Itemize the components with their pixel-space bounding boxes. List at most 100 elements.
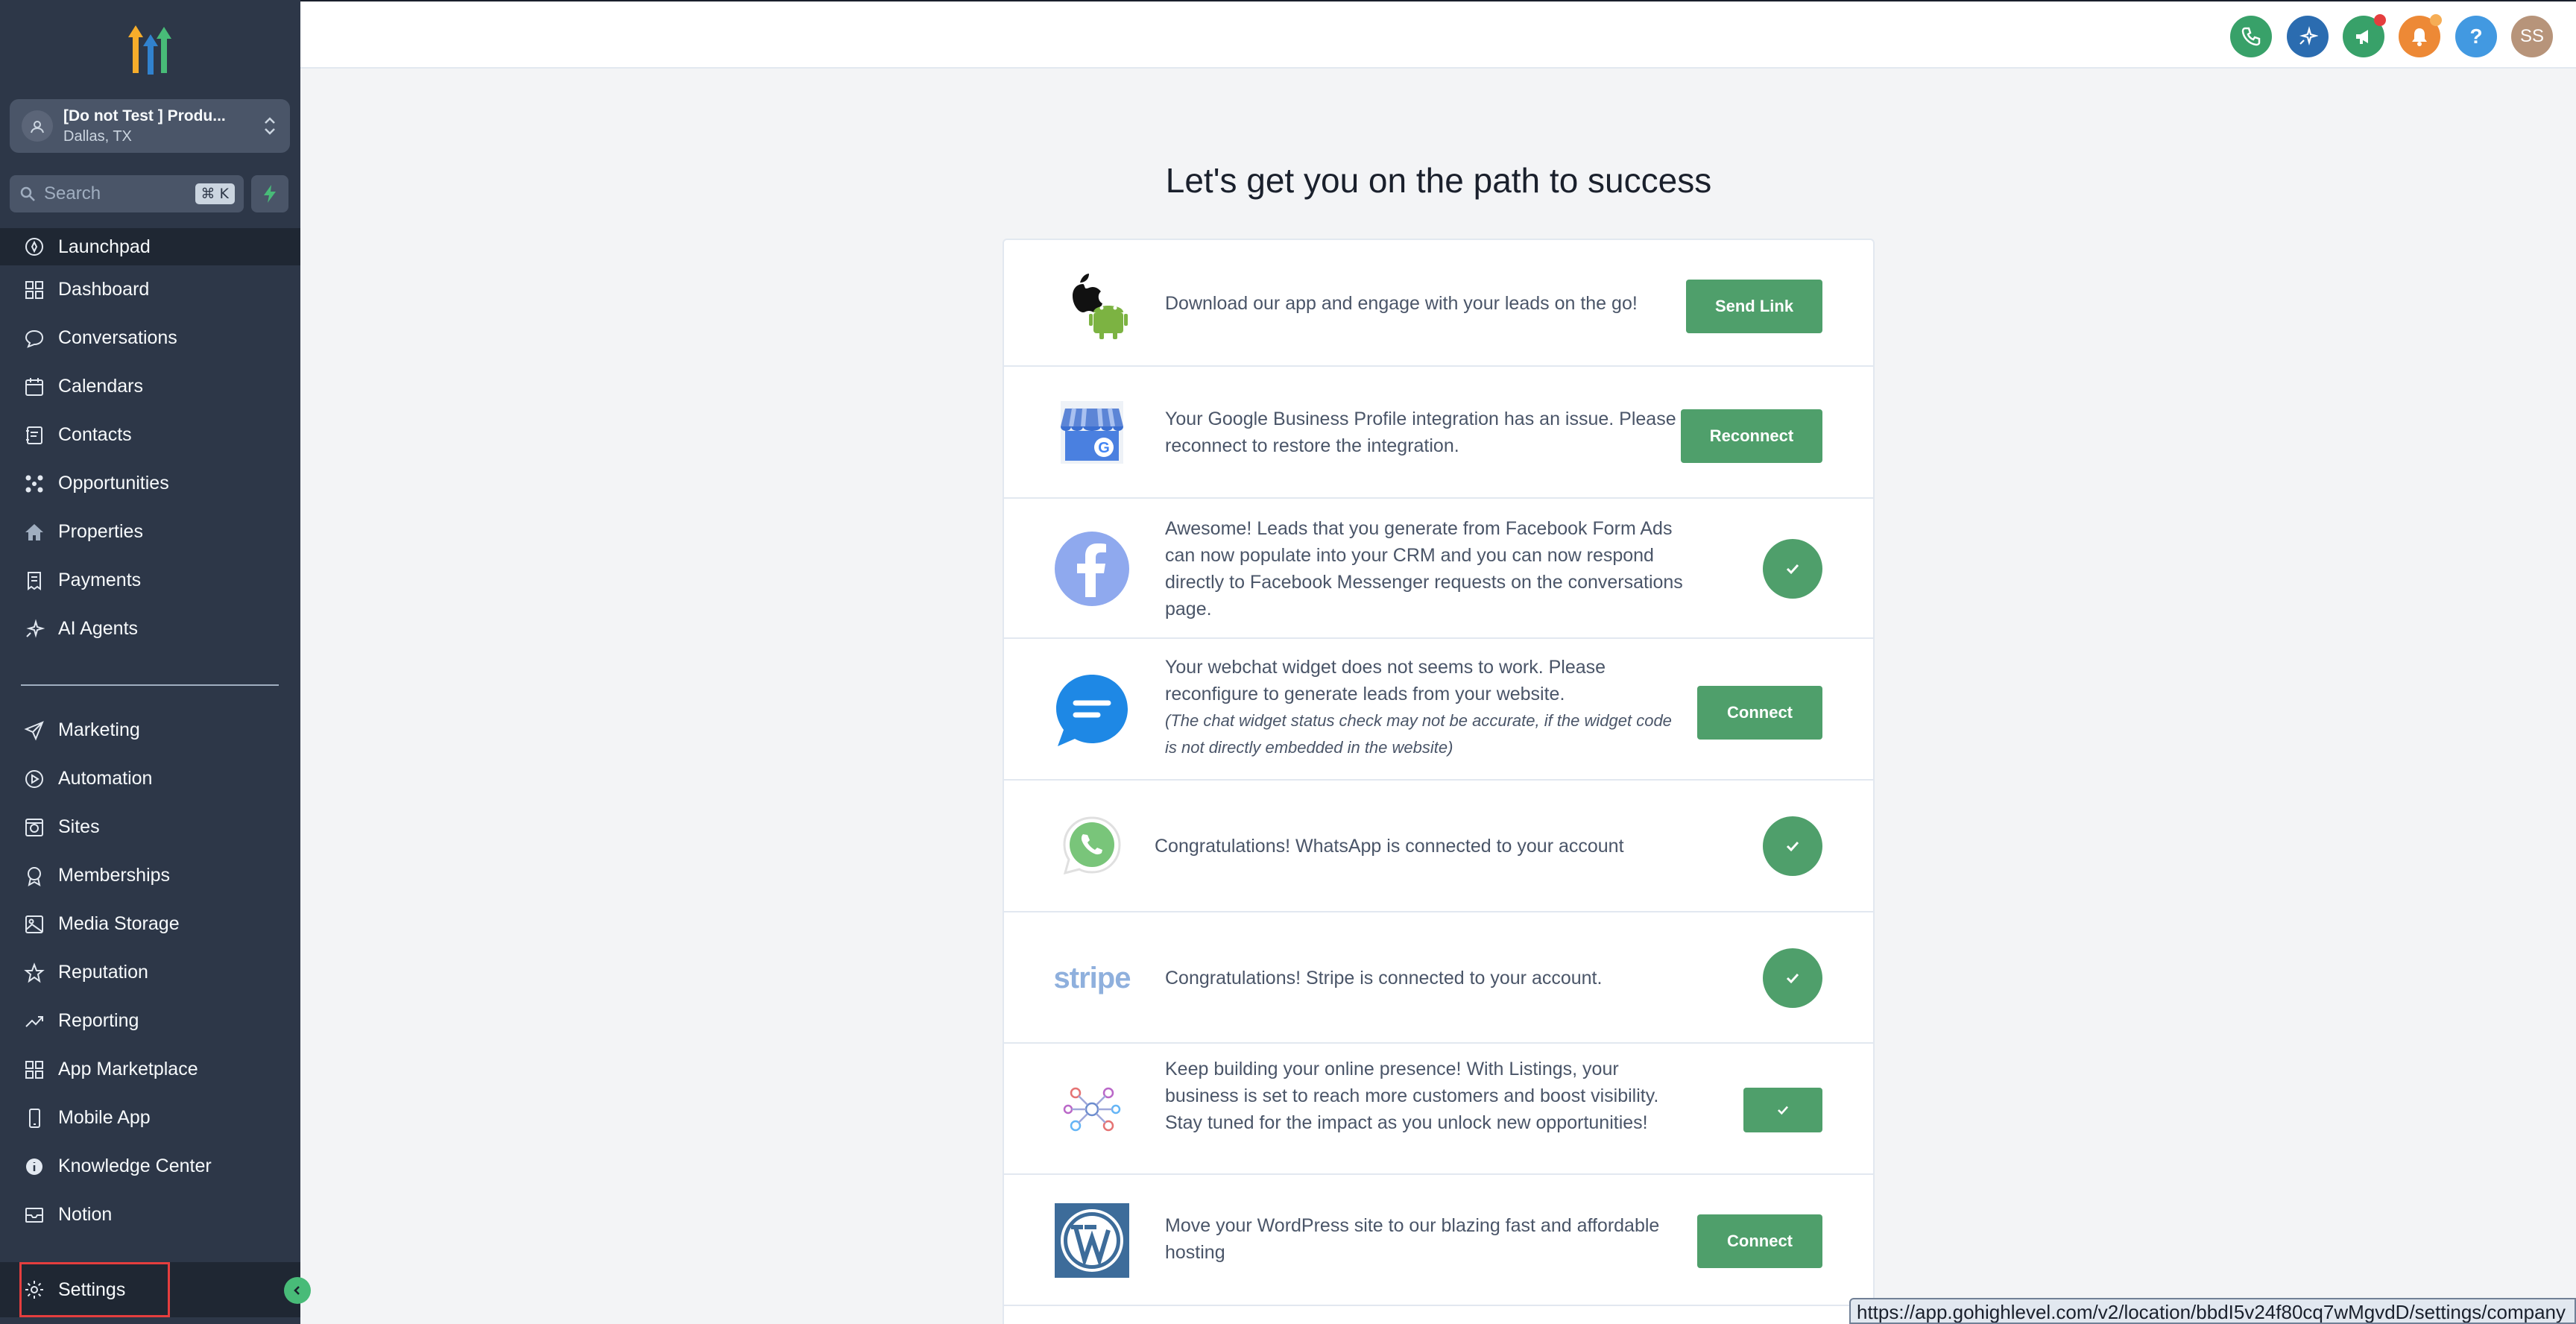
sidebar-item-media-storage[interactable]: Media Storage <box>0 900 300 948</box>
sidebar-item-launchpad[interactable]: Launchpad <box>0 228 300 265</box>
send-link-button[interactable]: Send Link <box>1686 280 1822 333</box>
search-input[interactable]: Search ⌘ K <box>10 175 244 212</box>
stripe-logo: stripe <box>1053 961 1131 994</box>
sidebar-item-opportunities[interactable]: Opportunities <box>0 459 300 508</box>
sidebar-item-contacts[interactable]: Contacts <box>0 411 300 459</box>
sidebar-item-marketing[interactable]: Marketing <box>0 706 300 754</box>
sidebar-item-knowledge-center[interactable]: Knowledge Center <box>0 1142 300 1191</box>
globe-icon <box>22 816 46 839</box>
account-switcher[interactable]: [Do not Test ] Produ... Dallas, TX <box>10 99 290 153</box>
sparkle-icon <box>22 617 46 641</box>
sidebar-item-mobile-app[interactable]: Mobile App <box>0 1094 300 1142</box>
sidebar-item-reputation[interactable]: Reputation <box>0 948 300 997</box>
whatsapp-icon <box>1055 809 1129 883</box>
phone-call-button[interactable] <box>2230 16 2272 57</box>
apps-icon <box>22 1058 46 1082</box>
sidebar-item-sites[interactable]: Sites <box>0 803 300 851</box>
search-icon <box>20 186 35 201</box>
facebook-icon <box>1055 532 1129 606</box>
wordpress-icon <box>1055 1203 1129 1278</box>
sidebar-item-conversations[interactable]: Conversations <box>0 314 300 362</box>
ai-assistant-button[interactable] <box>2287 16 2329 57</box>
announcements-button[interactable] <box>2343 14 2386 57</box>
image-icon <box>22 912 46 936</box>
sidebar-item-ai-agents[interactable]: AI Agents <box>0 605 300 653</box>
checklist-row-text: Keep building your online presence! With… <box>1165 1059 1659 1133</box>
checklist-row-text: Download our app and engage with your le… <box>1165 293 1638 314</box>
chevron-left-icon <box>294 1286 300 1295</box>
checkmark-icon <box>1786 973 1799 984</box>
webchat-icon <box>1055 673 1129 748</box>
completed-check <box>1763 948 1822 1008</box>
lightning-icon <box>264 185 276 203</box>
grid-icon <box>22 278 46 302</box>
megaphone-icon <box>2356 30 2368 44</box>
connect-webchat-button[interactable]: Connect <box>1697 686 1822 740</box>
send-icon <box>22 719 46 743</box>
listings-check-button[interactable] <box>1743 1088 1822 1132</box>
trend-icon <box>22 1009 46 1033</box>
award-icon <box>22 864 46 888</box>
phone-icon <box>2241 27 2261 46</box>
network-icon <box>22 472 46 496</box>
webchat-note: (The chat widget status check may not be… <box>1165 711 1672 757</box>
google-business-icon: G <box>1055 395 1129 470</box>
sidebar-item-memberships[interactable]: Memberships <box>0 851 300 900</box>
help-button[interactable]: ? <box>2455 16 2497 57</box>
search-shortcut: ⌘ K <box>195 183 235 204</box>
star-icon <box>22 961 46 985</box>
quick-actions-button[interactable] <box>251 175 288 212</box>
checklist-row-listings: Keep building your online presence! With… <box>1004 1044 1873 1175</box>
avatar-initials: SS <box>2519 26 2544 46</box>
notifications-button[interactable] <box>2399 14 2442 57</box>
listings-network-icon <box>1055 1072 1129 1147</box>
checklist-row-text: Your Google Business Profile integration… <box>1165 409 1676 456</box>
bell-icon <box>2412 28 2427 46</box>
sidebar-item-properties[interactable]: Properties <box>0 508 300 556</box>
link-preview-url: https://app.gohighlevel.com/v2/location/… <box>1849 1298 2576 1324</box>
checklist-row-whatsapp: Congratulations! WhatsApp is connected t… <box>1004 781 1873 912</box>
checklist-row-text: Move your WordPress site to our blazing … <box>1165 1215 1660 1263</box>
checklist-row-webchat: Your webchat widget does not seems to wo… <box>1004 639 1873 781</box>
completed-check <box>1763 816 1822 876</box>
search-placeholder: Search <box>44 183 101 204</box>
info-icon <box>22 1155 46 1179</box>
connect-wordpress-button[interactable]: Connect <box>1697 1214 1822 1268</box>
reconnect-button[interactable]: Reconnect <box>1681 409 1822 463</box>
webchat-status-text: Your webchat widget does not seems to wo… <box>1165 657 1606 704</box>
rocket-icon <box>22 235 46 259</box>
checklist-row-text: Congratulations! Stripe is connected to … <box>1165 968 1603 989</box>
checklist-row-wordpress: Move your WordPress site to our blazing … <box>1004 1175 1873 1306</box>
mail-icon <box>22 1203 46 1227</box>
account-location: Dallas, TX <box>63 127 132 145</box>
sidebar-item-reporting[interactable]: Reporting <box>0 997 300 1045</box>
sidebar-item-payments[interactable]: Payments <box>0 556 300 605</box>
settings-highlight <box>19 1262 170 1317</box>
collapse-sidebar-button[interactable] <box>284 1277 311 1304</box>
checkmark-icon <box>1786 841 1799 852</box>
app-logo[interactable] <box>121 22 179 76</box>
user-avatar[interactable]: SS <box>2511 16 2553 57</box>
notification-dot <box>2430 14 2442 26</box>
receipt-icon <box>22 569 46 593</box>
checklist-row-mobile-app: Download our app and engage with your le… <box>1004 240 1873 367</box>
location-pin-icon <box>22 110 53 142</box>
sidebar-item-notion[interactable]: Notion <box>0 1191 300 1239</box>
calendar-icon <box>22 375 46 399</box>
checkmark-icon <box>1786 564 1799 575</box>
home-icon <box>22 520 46 544</box>
sidebar-item-dashboard[interactable]: Dashboard <box>0 265 300 314</box>
apple-android-icon <box>1055 266 1129 341</box>
sidebar-item-calendars[interactable]: Calendars <box>0 362 300 411</box>
sidebar-item-automation[interactable]: Automation <box>0 754 300 803</box>
checklist-row-text: Your webchat widget does not seems to wo… <box>1165 654 1687 761</box>
sidebar-item-app-marketplace[interactable]: App Marketplace <box>0 1045 300 1094</box>
checklist-row-text: Awesome! Leads that you generate from Fa… <box>1165 518 1683 620</box>
page-title: Let's get you on the path to success <box>1165 161 1712 200</box>
onboarding-checklist: Download our app and engage with your le… <box>1003 239 1875 1324</box>
contact-book-icon <box>22 423 46 447</box>
checklist-row-google-business: G Your Google Business Profile integrati… <box>1004 367 1873 499</box>
sidebar-divider <box>21 684 279 686</box>
checklist-row-text: Congratulations! WhatsApp is connected t… <box>1155 836 1624 857</box>
svg-text:G: G <box>1098 440 1110 456</box>
